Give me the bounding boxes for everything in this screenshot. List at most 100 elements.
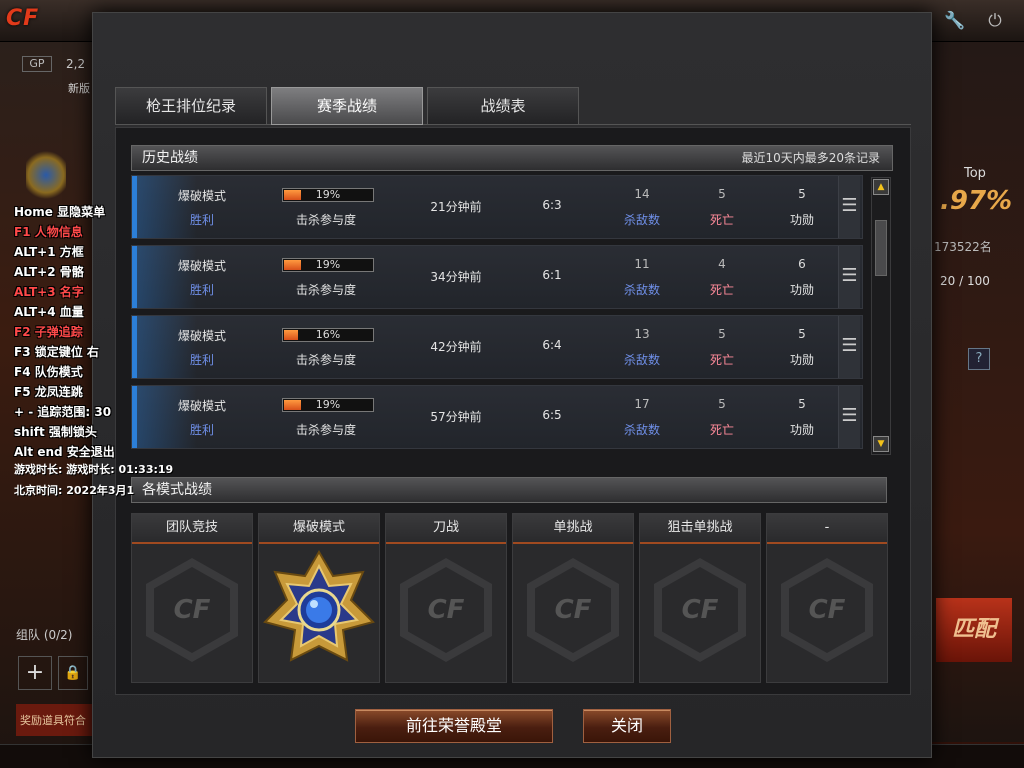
beijing-time: 北京时间: 2022年3月1 (14, 484, 135, 497)
tools-icon[interactable]: 🔧 (944, 10, 966, 32)
overlay-menu: Home 显隐菜单 F1 人物信息 ALT+1 方框 ALT+2 骨骼 ALT+3 名字… (14, 202, 115, 462)
row-deaths-label: 死亡 (709, 283, 734, 297)
scroll-up-arrow-icon[interactable]: ▲ (873, 179, 889, 195)
record-dialog: 枪王排位纪录 赛季战绩 战绩表 历史战绩 最近10天内最多20条记录 爆破模式胜… (92, 12, 932, 758)
mode-card[interactable]: 团队竞技 CF (131, 513, 253, 683)
cf-logo-icon: CF (789, 567, 865, 653)
new-label: 新版 (68, 82, 90, 95)
lock-icon[interactable]: 🔒 (58, 656, 88, 690)
row-glow (137, 316, 197, 378)
mode-card[interactable]: 刀战 CF (385, 513, 507, 683)
history-title: 历史战绩 (142, 150, 198, 166)
overlay-line: F1 人物信息 (14, 225, 83, 239)
match-button[interactable]: 匹配 (936, 598, 1012, 662)
row-kills: 17 (634, 397, 650, 411)
modes-grid: 团队竞技 CF 爆破模式 刀战 CF 单挑战 CF 狙击单挑战 CF - CF (131, 513, 891, 683)
rank-count: 173522名 (934, 240, 992, 254)
contribution-bar: 16% (282, 328, 374, 342)
row-kills-label: 杀敌数 (623, 283, 660, 297)
tab-ranking-record[interactable]: 枪王排位纪录 (115, 87, 267, 125)
overlay-line: Alt end 安全退出 (14, 445, 115, 459)
row-kills-label: 杀敌数 (623, 423, 660, 437)
row-deaths: 5 (718, 327, 726, 341)
rank-badge-icon (263, 550, 375, 662)
game-logo: CF (6, 6, 40, 31)
mode-body: CF (386, 546, 506, 682)
row-kills: 14 (634, 187, 650, 201)
row-kills: 11 (634, 257, 650, 271)
row-assists-label: 功勋 (789, 353, 814, 367)
row-mode: 爆破模式 (177, 329, 226, 343)
contribution-percent: 19% (315, 258, 341, 271)
hall-of-honor-button[interactable]: 前往荣誉殿堂 (355, 709, 553, 743)
row-kills: 13 (634, 327, 650, 341)
row-mode: 爆破模式 (177, 259, 226, 273)
overlay-line: F3 锁定键位 右 (14, 345, 99, 359)
row-result: 胜利 (189, 353, 214, 367)
history-list: 爆破模式 胜利 19% 击杀参与度 21分钟前 6:3 14 杀敌数 5 死亡 5 功勋 ☰ 爆破模式 胜利… (131, 175, 875, 465)
history-row[interactable]: 爆破模式 胜利 19% 击杀参与度 57分钟前 6:5 17 杀敌数 5 死亡 5 功勋 ☰ (131, 385, 863, 449)
row-kills-label: 杀敌数 (623, 353, 660, 367)
history-row[interactable]: 爆破模式 胜利 19% 击杀参与度 34分钟前 6:1 11 杀敌数 4 死亡 6 功勋 ☰ (131, 245, 863, 309)
row-time: 57分钟前 (430, 410, 482, 424)
mode-label: 爆破模式 (259, 514, 379, 544)
mode-card[interactable]: 爆破模式 (258, 513, 380, 683)
cf-logo-icon: CF (154, 567, 230, 653)
row-time: 42分钟前 (430, 340, 482, 354)
mode-body: CF (132, 546, 252, 682)
row-deaths: 5 (718, 397, 726, 411)
history-scrollbar[interactable]: ▲ ▼ (871, 177, 891, 455)
rank-emblem-icon (26, 150, 66, 200)
history-row[interactable]: 爆破模式 胜利 16% 击杀参与度 42分钟前 6:4 13 杀敌数 5 死亡 5 功勋 ☰ (131, 315, 863, 379)
mode-label: 团队竞技 (132, 514, 252, 544)
overlay-line: F2 子弹追踪 (14, 325, 83, 339)
overlay-line: ALT+3 名字 (14, 285, 84, 299)
overlay-line: F4 队伤模式 (14, 365, 83, 379)
row-menu-icon[interactable]: ☰ (838, 386, 860, 448)
row-contribution-label: 击杀参与度 (296, 213, 357, 227)
tab-record-table[interactable]: 战绩表 (427, 87, 579, 125)
mode-card[interactable]: 狙击单挑战 CF (639, 513, 761, 683)
row-result: 胜利 (189, 283, 214, 297)
row-mode: 爆破模式 (177, 189, 226, 203)
mode-card[interactable]: 单挑战 CF (512, 513, 634, 683)
mode-body (259, 546, 379, 682)
row-kills-label: 杀敌数 (623, 213, 660, 227)
close-button[interactable]: 关闭 (583, 709, 671, 743)
row-contribution-label: 击杀参与度 (296, 283, 357, 297)
row-menu-icon[interactable]: ☰ (838, 316, 860, 378)
history-row[interactable]: 爆破模式 胜利 19% 击杀参与度 21分钟前 6:3 14 杀敌数 5 死亡 5 功勋 ☰ (131, 175, 863, 239)
group-label: 组队 (0/2) (16, 628, 73, 642)
add-member-button[interactable]: + (18, 656, 52, 690)
empty-rank-hex-icon: CF (654, 558, 746, 662)
scroll-thumb[interactable] (875, 220, 887, 276)
scroll-down-arrow-icon[interactable]: ▼ (873, 436, 889, 452)
overlay-line: ALT+4 血量 (14, 305, 84, 319)
row-score: 6:5 (542, 408, 562, 422)
row-time: 21分钟前 (430, 200, 482, 214)
mode-label: 单挑战 (513, 514, 633, 544)
overlay-line: shift 强制锁头 (14, 425, 97, 439)
row-glow (137, 176, 197, 238)
reward-strip[interactable]: 奖励道具符合 (16, 704, 92, 736)
row-menu-icon[interactable]: ☰ (838, 246, 860, 308)
contribution-percent: 16% (315, 328, 341, 341)
tab-season-record[interactable]: 赛季战绩 (271, 87, 423, 125)
mode-body: CF (513, 546, 633, 682)
row-menu-icon[interactable]: ☰ (838, 176, 860, 238)
row-score: 6:1 (542, 268, 562, 282)
mode-card[interactable]: - CF (766, 513, 888, 683)
mode-label: - (767, 514, 887, 544)
mode-body: CF (767, 546, 887, 682)
overlay-line: + - 追踪范围: 30 (14, 405, 112, 419)
row-assists-label: 功勋 (789, 213, 814, 227)
empty-rank-hex-icon: CF (781, 558, 873, 662)
modes-title: 各模式战绩 (142, 482, 212, 498)
overlay-line: ALT+2 骨骼 (14, 265, 84, 279)
help-icon[interactable]: ? (968, 348, 990, 370)
row-contribution-label: 击杀参与度 (296, 423, 357, 437)
history-header: 历史战绩 最近10天内最多20条记录 (131, 145, 893, 171)
contribution-bar: 19% (282, 398, 374, 412)
power-icon[interactable]: ⏻ (984, 10, 1006, 32)
empty-rank-hex-icon: CF (400, 558, 492, 662)
